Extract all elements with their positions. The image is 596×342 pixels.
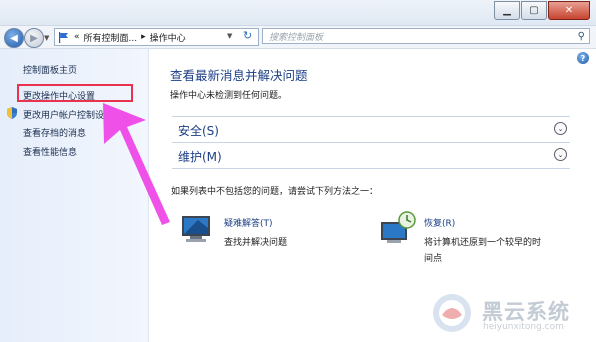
sidebar-item-uac[interactable]: 更改用户帐户控制设 [23, 108, 104, 121]
watermark-logo-icon [433, 294, 471, 332]
section-divider [172, 168, 570, 169]
search-icon[interactable]: ⚲ [578, 31, 585, 42]
maximize-icon[interactable]: ▢ [521, 1, 547, 20]
refresh-icon[interactable]: ↻ [243, 29, 257, 43]
flag-icon [59, 31, 68, 43]
address-dropdown-icon[interactable]: ▼ [227, 32, 232, 40]
breadcrumb-current[interactable]: 操作中心 [150, 31, 186, 44]
troubleshoot-desc: 查找并解决问题 [224, 238, 288, 248]
page-title: 查看最新消息并解决问题 [170, 68, 308, 83]
recent-pages-chevron-icon[interactable]: ▼ [44, 34, 49, 42]
title-bar: ▁ ▢ ✕ [0, 0, 596, 26]
watermark-url: heiyunxitong.com [483, 322, 564, 332]
recovery-desc-line2: 间点 [424, 254, 443, 264]
sidebar-item-performance[interactable]: 查看性能信息 [23, 145, 77, 158]
forward-arrow-icon[interactable]: ▶ [24, 28, 44, 48]
window-controls: ▁ ▢ ✕ [493, 1, 590, 20]
highlight-box [17, 84, 133, 102]
section-security-label[interactable]: 安全(S) [178, 122, 219, 139]
status-message: 操作中心未检测到任何问题。 [170, 91, 288, 101]
recovery-desc-line1: 将计算机还原到一个较早的时 [424, 238, 542, 248]
close-icon[interactable]: ✕ [548, 1, 590, 20]
sidebar-item-home[interactable]: 控制面板主页 [23, 63, 77, 76]
recovery-action[interactable]: 恢复(R) 将计算机还原到一个较早的时 间点 [424, 216, 541, 264]
troubleshoot-link[interactable]: 疑难解答(T) [224, 216, 287, 229]
back-arrow-icon[interactable]: ◀ [4, 28, 24, 48]
troubleshoot-action[interactable]: 疑难解答(T) 查找并解决问题 [224, 216, 287, 248]
search-box[interactable]: 搜索控制面板 ⚲ [262, 28, 590, 44]
chevron-down-icon[interactable]: ⌄ [554, 148, 567, 161]
help-intro-text: 如果列表中不包括您的问题，请尝试下列方法之一： [171, 187, 379, 197]
section-security[interactable]: 安全(S) ⌄ [172, 116, 570, 141]
troubleshooting-icon[interactable] [180, 214, 216, 244]
section-maintenance[interactable]: 维护(M) ⌄ [172, 142, 570, 167]
system-restore-icon[interactable] [379, 210, 419, 246]
shield-icon [7, 107, 17, 119]
section-maintenance-label[interactable]: 维护(M) [178, 148, 222, 165]
breadcrumb-parent[interactable]: 所有控制面... [84, 31, 138, 44]
recovery-link[interactable]: 恢复(R) [424, 216, 541, 229]
sidebar-item-archived-messages[interactable]: 查看存档的消息 [23, 126, 86, 139]
search-placeholder[interactable]: 搜索控制面板 [269, 30, 323, 43]
minimize-icon[interactable]: ▁ [494, 1, 520, 20]
breadcrumb-prefix[interactable]: « [74, 32, 80, 42]
breadcrumb-separator[interactable]: ▸ [141, 32, 146, 42]
chevron-down-icon[interactable]: ⌄ [554, 122, 567, 135]
navigation-toolbar: ◀ ▶ ▼ « 所有控制面... ▸ 操作中心 ▼ ↻ 搜索控制面板 ⚲ [0, 26, 596, 49]
